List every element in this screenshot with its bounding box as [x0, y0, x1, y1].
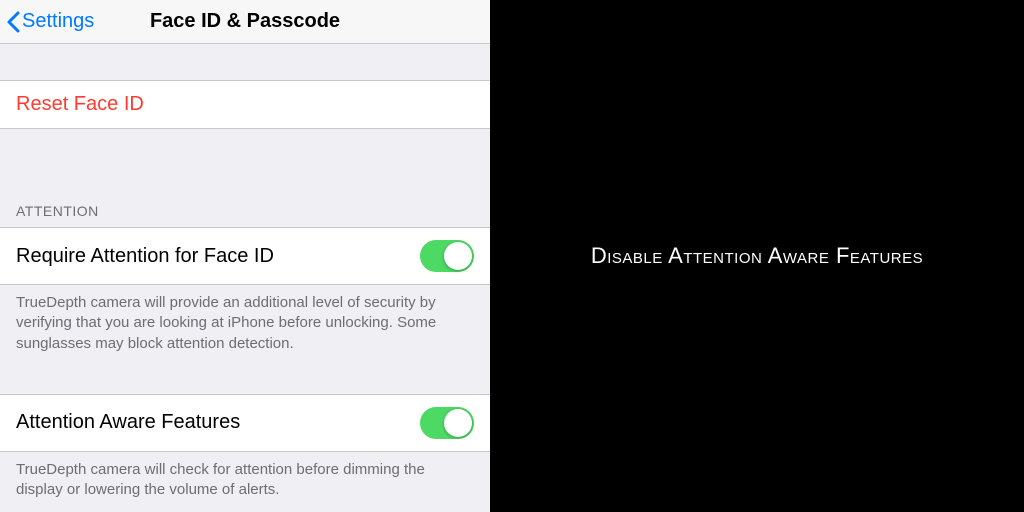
spacer: [0, 354, 490, 394]
require-attention-label: Require Attention for Face ID: [16, 245, 274, 268]
page-title: Face ID & Passcode: [150, 10, 340, 33]
spacer: [0, 129, 490, 203]
caption-pane: Disable Attention Aware Features: [490, 0, 1024, 512]
reset-face-id-label: Reset Face ID: [16, 93, 144, 116]
nav-header: Settings Face ID & Passcode: [0, 0, 490, 44]
back-button[interactable]: Settings: [0, 10, 94, 33]
attention-section-header: ATTENTION: [0, 203, 490, 227]
attention-aware-footer: TrueDepth camera will check for attentio…: [0, 452, 490, 501]
attention-aware-label: Attention Aware Features: [16, 411, 240, 434]
require-attention-row: Require Attention for Face ID: [0, 227, 490, 285]
reset-face-id-row[interactable]: Reset Face ID: [0, 80, 490, 129]
caption-text: Disable Attention Aware Features: [591, 243, 923, 269]
chevron-left-icon: [6, 11, 20, 33]
back-label: Settings: [22, 10, 94, 33]
attention-aware-toggle[interactable]: [420, 407, 474, 439]
require-attention-toggle[interactable]: [420, 240, 474, 272]
attention-aware-row: Attention Aware Features: [0, 394, 490, 452]
require-attention-footer: TrueDepth camera will provide an additio…: [0, 285, 490, 354]
spacer: [0, 44, 490, 80]
settings-pane: Settings Face ID & Passcode Reset Face I…: [0, 0, 490, 512]
